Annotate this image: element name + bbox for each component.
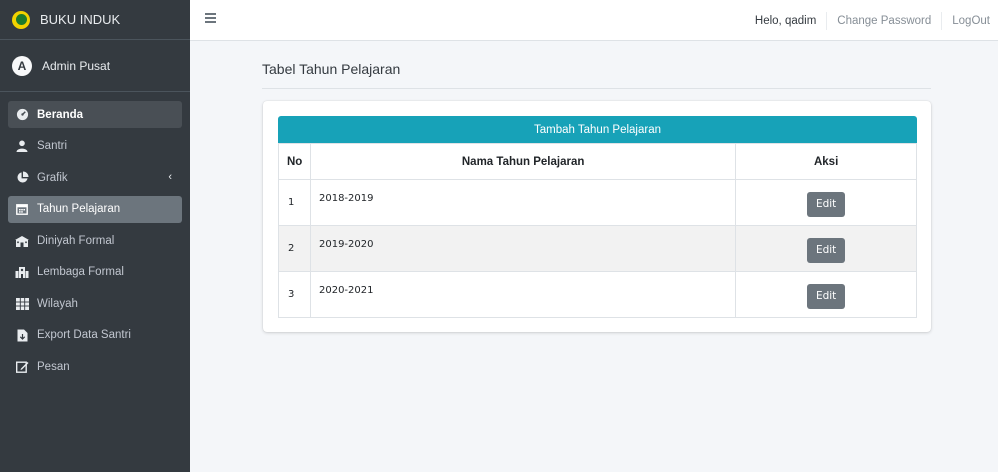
sidebar-item-label: Lembaga Formal xyxy=(37,266,124,278)
user-icon xyxy=(15,139,29,153)
sidebar-item-pesan[interactable]: Pesan xyxy=(8,353,182,380)
table-row: 1 2018-2019 Edit xyxy=(278,179,917,226)
divider xyxy=(262,88,931,89)
row-name: 2020-2021 xyxy=(309,271,737,318)
sidebar-item-label: Beranda xyxy=(37,108,84,121)
sidebar-item-wilayah[interactable]: Wilayah xyxy=(8,290,182,317)
edit-button[interactable]: Edit xyxy=(807,191,846,217)
sidebar-item-tahun-pelajaran[interactable]: Tahun Pelajaran xyxy=(8,195,182,223)
page-title: Tabel Tahun Pelajaran xyxy=(262,61,401,77)
calendar-icon xyxy=(15,202,29,216)
greeting-text: Helo, qadim xyxy=(754,14,817,27)
sidebar-nav: Beranda Santri Grafik ‹ Tahun Pelajaran xyxy=(0,92,190,380)
sidebar-item-label: Grafik xyxy=(37,171,68,184)
row-actions: Edit xyxy=(735,271,917,318)
sidebar-item-label: Pesan xyxy=(37,360,70,373)
tachometer-icon xyxy=(15,108,29,122)
avatar-icon: A xyxy=(12,55,32,76)
row-number: 2 xyxy=(278,225,311,272)
sidebar-item-lembaga-formal[interactable]: Lembaga Formal xyxy=(8,259,182,286)
row-name: 2019-2020 xyxy=(309,225,737,272)
sidebar: BUKU INDUK A Admin Pusat Beranda Santri … xyxy=(0,0,190,472)
change-password-link[interactable]: Change Password xyxy=(827,15,941,27)
brand-logo-icon xyxy=(12,10,30,29)
row-number: 1 xyxy=(278,179,311,226)
user-name: Admin Pusat xyxy=(42,58,111,73)
chevron-left-icon: ‹ xyxy=(168,171,172,183)
sidebar-item-grafik[interactable]: Grafik ‹ xyxy=(8,164,182,191)
row-actions: Edit xyxy=(735,179,917,226)
sidebar-item-label: Diniyah Formal xyxy=(37,234,115,247)
row-number: 3 xyxy=(278,271,311,318)
top-navbar: Helo, qadim Change Password LogOut xyxy=(190,0,998,41)
sidebar-item-label: Export Data Santri xyxy=(37,329,131,341)
grid-icon xyxy=(15,297,29,311)
sidebar-item-export-data-santri[interactable]: Export Data Santri xyxy=(8,322,182,349)
brand-link[interactable]: BUKU INDUK xyxy=(0,0,190,40)
edit-button[interactable]: Edit xyxy=(807,237,846,263)
column-header-no: No xyxy=(278,143,311,180)
column-header-nama: Nama Tahun Pelajaran xyxy=(309,143,737,180)
table-row: 2 2019-2020 Edit xyxy=(278,225,917,272)
sidebar-item-diniyah-formal[interactable]: Diniyah Formal xyxy=(8,227,182,254)
pie-chart-icon xyxy=(15,171,29,185)
table-card: Tambah Tahun Pelajaran No Nama Tahun Pel… xyxy=(263,101,931,332)
table-row: 3 2020-2021 Edit xyxy=(278,271,917,318)
column-header-aksi: Aksi xyxy=(735,143,917,180)
sidebar-item-label: Tahun Pelajaran xyxy=(37,203,121,215)
school-icon xyxy=(15,234,29,248)
sidebar-item-beranda[interactable]: Beranda xyxy=(8,101,182,128)
top-right-menu: Helo, qadim Change Password LogOut xyxy=(755,0,998,41)
sidebar-item-label: Wilayah xyxy=(37,297,78,310)
sidebar-item-label: Santri xyxy=(37,140,68,152)
edit-button[interactable]: Edit xyxy=(807,283,846,309)
tahun-pelajaran-table: No Nama Tahun Pelajaran Aksi 1 2018-2019… xyxy=(278,143,917,318)
building-icon xyxy=(15,265,29,279)
logout-link[interactable]: LogOut xyxy=(942,15,998,27)
row-actions: Edit xyxy=(735,225,917,272)
table-header-row: No Nama Tahun Pelajaran Aksi xyxy=(278,143,917,180)
menu-toggle-icon[interactable] xyxy=(205,13,216,23)
add-tahun-pelajaran-button[interactable]: Tambah Tahun Pelajaran xyxy=(278,116,917,143)
row-name: 2018-2019 xyxy=(309,179,737,226)
edit-icon xyxy=(15,360,29,374)
user-panel[interactable]: A Admin Pusat xyxy=(0,40,190,92)
brand-name: BUKU INDUK xyxy=(40,12,121,27)
sidebar-item-santri[interactable]: Santri xyxy=(8,133,182,160)
file-export-icon xyxy=(15,328,29,342)
